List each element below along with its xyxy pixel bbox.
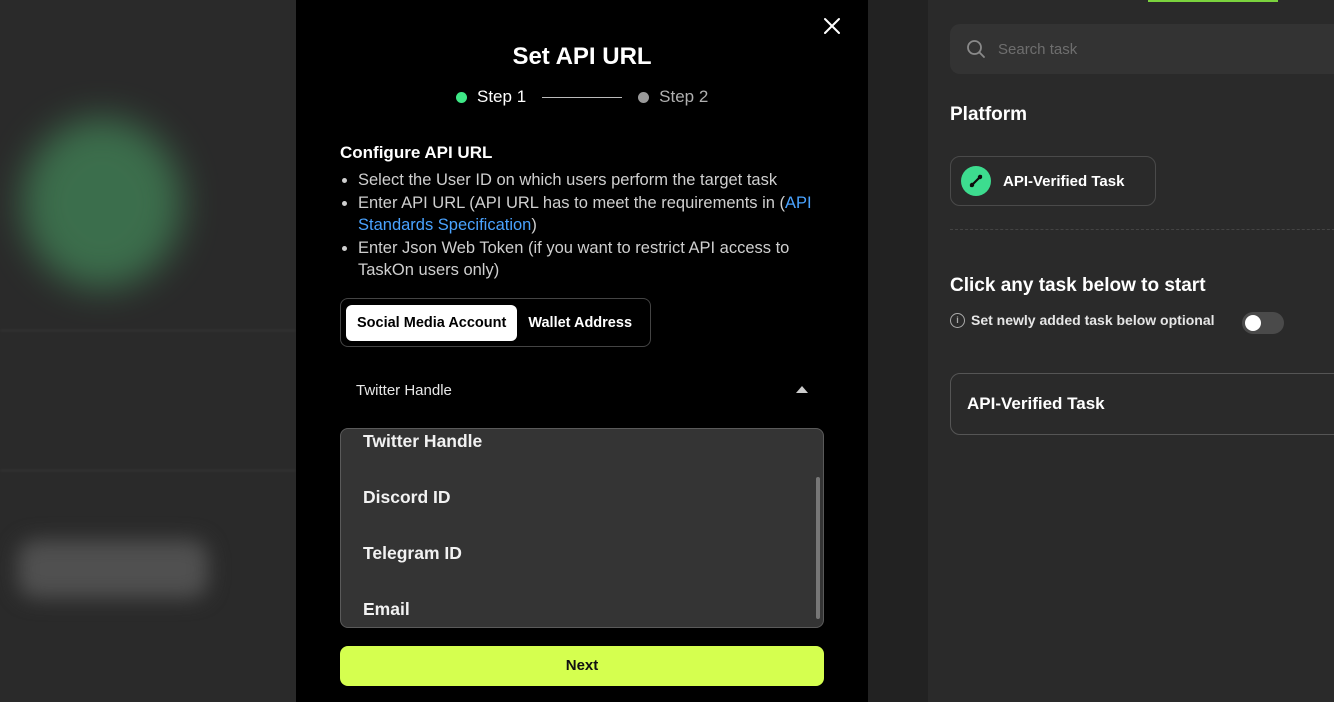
config-title: Configure API URL <box>340 143 493 162</box>
user-id-dropdown: Twitter Handle Discord ID Telegram ID Em… <box>340 428 824 628</box>
instructions-list: Select the User ID on which users perfor… <box>340 169 826 282</box>
instruction-text: ) <box>531 216 537 234</box>
page: Platform API-Verified Task Click any tas… <box>0 0 1334 702</box>
segment-wallet-address[interactable]: Wallet Address <box>517 305 643 341</box>
close-button[interactable] <box>822 16 842 36</box>
close-icon <box>824 18 840 34</box>
step-1-label: Step 1 <box>477 87 527 106</box>
platform-card-api-verified[interactable]: API-Verified Task <box>950 156 1156 206</box>
accent-bar <box>1148 0 1278 2</box>
optional-toggle[interactable] <box>1242 312 1284 334</box>
step-2-label: Step 2 <box>659 87 709 106</box>
search-input[interactable] <box>996 39 1300 59</box>
link-icon <box>961 166 991 196</box>
info-icon: i <box>950 312 965 328</box>
segment-social-media-account[interactable]: Social Media Account <box>346 304 518 341</box>
next-button[interactable]: Next <box>340 646 824 686</box>
blurred-background-left <box>0 0 296 702</box>
dropdown-option-discord-id[interactable]: Discord ID <box>363 487 451 508</box>
dropdown-scrollbar[interactable] <box>816 477 820 619</box>
step-2-dot <box>638 91 650 103</box>
toggle-knob <box>1245 315 1261 331</box>
instruction-item: Enter API URL (API URL has to meet the r… <box>340 192 826 237</box>
instruction-item: Select the User ID on which users perfor… <box>340 169 826 192</box>
stepper: Step 1 Step 2 <box>456 86 708 108</box>
caret-up-icon <box>796 386 808 393</box>
dropdown-option-telegram-id[interactable]: Telegram ID <box>363 543 462 564</box>
blurred-divider <box>0 330 296 331</box>
modal-title: Set API URL <box>512 43 652 70</box>
search-box[interactable] <box>950 24 1334 74</box>
user-id-select[interactable]: Twitter Handle <box>340 368 824 412</box>
optional-setting: i Set newly added task below optional <box>950 312 1215 328</box>
instruction-text: Enter Json Web Token (if you want to res… <box>358 238 790 280</box>
instruction-item: Enter Json Web Token (if you want to res… <box>340 237 826 282</box>
optional-label: Set newly added task below optional <box>971 312 1215 328</box>
select-value: Twitter Handle <box>356 381 452 399</box>
search-icon <box>967 40 985 58</box>
set-api-url-modal: Set API URL Step 1 Step 2 Configure API … <box>296 0 868 702</box>
instruction-text: Select the User ID on which users perfor… <box>358 171 778 189</box>
blurred-button <box>18 540 208 598</box>
platform-title: Platform <box>950 104 1028 125</box>
dropdown-option-email[interactable]: Email <box>363 599 410 620</box>
instruction-text: Enter API URL (API URL has to meet the r… <box>358 193 786 212</box>
platform-card-label: API-Verified Task <box>1003 172 1125 190</box>
dropdown-option-twitter-handle[interactable]: Twitter Handle <box>363 431 482 452</box>
task-card-label: API-Verified Task <box>967 394 1105 413</box>
task-panel: Platform API-Verified Task Click any tas… <box>928 0 1334 702</box>
step-1-dot <box>456 91 467 103</box>
background-gap <box>868 0 928 702</box>
step-connector <box>542 96 623 98</box>
blurred-avatar <box>22 118 182 288</box>
task-card-api-verified[interactable]: API-Verified Task <box>950 373 1334 435</box>
start-title: Click any task below to start <box>950 275 1206 296</box>
blurred-divider <box>0 470 296 471</box>
account-type-segmented-control: Social Media Account Wallet Address <box>340 298 651 347</box>
divider <box>950 229 1334 230</box>
